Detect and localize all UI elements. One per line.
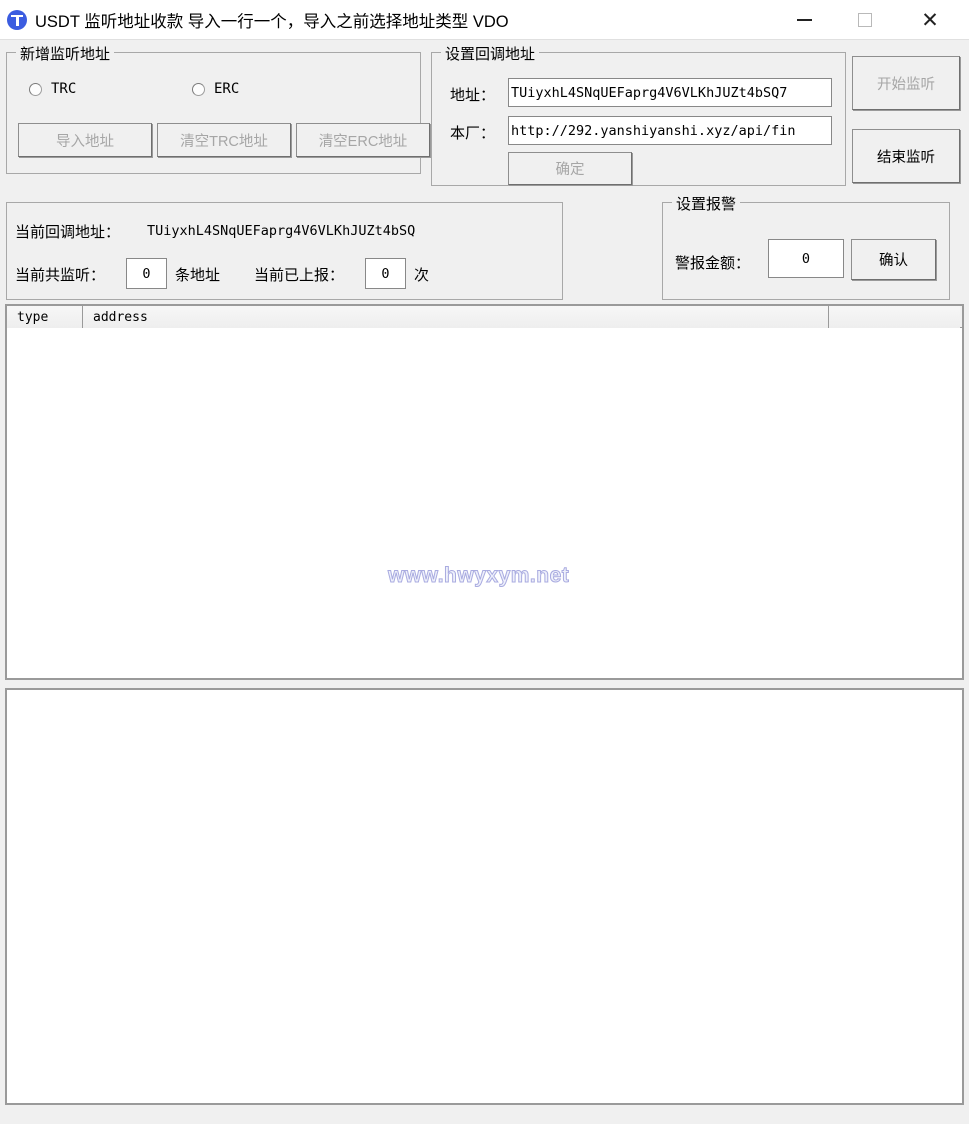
close-button[interactable]: ✕ xyxy=(902,0,958,40)
column-header-address[interactable]: address xyxy=(83,306,829,328)
window-title: USDT 监听地址收款 导入一行一个，导入之前选择地址类型 VDO xyxy=(35,12,509,31)
alarm-amount-label: 警报金额： xyxy=(675,255,751,272)
radio-erc-indicator xyxy=(192,82,205,96)
callback-factory-label: 本厂： xyxy=(450,125,496,142)
total-listen-count: 0 xyxy=(126,258,167,289)
usdt-tether-icon xyxy=(7,9,27,30)
log-output-panel[interactable] xyxy=(5,688,964,1105)
column-header-extra[interactable] xyxy=(829,306,960,328)
radio-erc[interactable]: ERC xyxy=(192,81,239,97)
reported-label: 当前已上报： xyxy=(254,267,345,284)
maximize-icon xyxy=(858,13,872,27)
alarm-group-title: 设置报警 xyxy=(672,193,741,214)
callback-address-input[interactable]: TUiyxhL4SNqUEFaprg4V6VLKhJUZt4bSQ7 xyxy=(508,78,832,107)
clear-trc-address-button[interactable]: 清空TRC地址 xyxy=(157,123,291,157)
total-listen-label: 当前共监听： xyxy=(15,267,106,284)
maximize-button[interactable] xyxy=(837,0,893,40)
radio-trc-label: TRC xyxy=(51,81,77,97)
reported-unit: 次 xyxy=(414,267,430,284)
address-list-header: type address xyxy=(7,306,962,328)
start-listen-button[interactable]: 开始监听 xyxy=(852,56,960,110)
add-address-group-title: 新增监听地址 xyxy=(16,43,115,64)
callback-factory-input[interactable]: http://292.yanshiyanshi.xyz/api/fin xyxy=(508,116,832,145)
radio-trc[interactable]: TRC xyxy=(29,81,76,97)
radio-trc-indicator xyxy=(29,82,42,96)
clear-erc-address-button[interactable]: 清空ERC地址 xyxy=(296,123,430,157)
title-bar: USDT 监听地址收款 导入一行一个，导入之前选择地址类型 VDO ✕ xyxy=(0,0,969,40)
current-callback-label: 当前回调地址： xyxy=(15,224,121,241)
callback-confirm-button[interactable]: 确定 xyxy=(508,152,632,185)
alarm-amount-input[interactable]: 0 xyxy=(768,239,844,278)
alarm-confirm-button[interactable]: 确认 xyxy=(851,239,936,280)
stop-listen-button[interactable]: 结束监听 xyxy=(852,129,960,183)
minimize-button[interactable] xyxy=(776,0,832,40)
close-icon: ✕ xyxy=(921,7,939,32)
minimize-icon xyxy=(796,19,812,21)
address-list-view[interactable]: type address www.hwyxym.net xyxy=(5,304,964,680)
reported-count: 0 xyxy=(365,258,406,289)
watermark-text: www.hwyxym.net xyxy=(387,564,570,588)
alarm-group: 设置报警 警报金额： 0 确认 xyxy=(662,193,950,300)
radio-erc-label: ERC xyxy=(214,81,240,97)
total-listen-unit: 条地址 xyxy=(175,267,221,284)
callback-address-label: 地址： xyxy=(450,87,496,104)
callback-address-group: 设置回调地址 地址： TUiyxhL4SNqUEFaprg4V6VLKhJUZt… xyxy=(431,43,846,186)
status-panel: 当前回调地址： TUiyxhL4SNqUEFaprg4V6VLKhJUZt4bS… xyxy=(6,202,563,300)
current-callback-value: TUiyxhL4SNqUEFaprg4V6VLKhJUZt4bSQ xyxy=(147,223,416,239)
add-address-group: 新增监听地址 TRC ERC 导入地址 清空TRC地址 清空ERC地址 xyxy=(6,43,430,174)
column-header-type[interactable]: type xyxy=(7,306,83,328)
import-address-button[interactable]: 导入地址 xyxy=(18,123,152,157)
callback-address-group-title: 设置回调地址 xyxy=(441,43,540,64)
